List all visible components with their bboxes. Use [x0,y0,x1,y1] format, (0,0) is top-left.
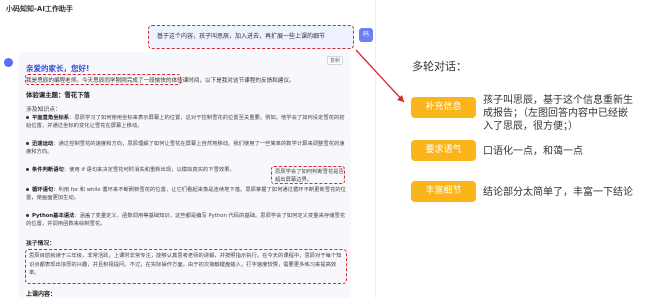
tag-supplement-info: 补充信息 [411,97,476,118]
tag-description: 孩子叫思辰，基于这个信息重新生成报告；（左图回答内容中已经嵌入了思辰，很方便；） [483,95,633,132]
tag-tone-request: 要求语气 [411,140,476,161]
tag-description: 口语化一点，和蔼一点 [483,146,583,157]
tag-enrich-details: 丰富细节 [411,181,476,202]
tag-description: 结论部分太简单了，丰富一下结论 [483,187,633,198]
panel-title: 多轮对话： [412,60,467,73]
